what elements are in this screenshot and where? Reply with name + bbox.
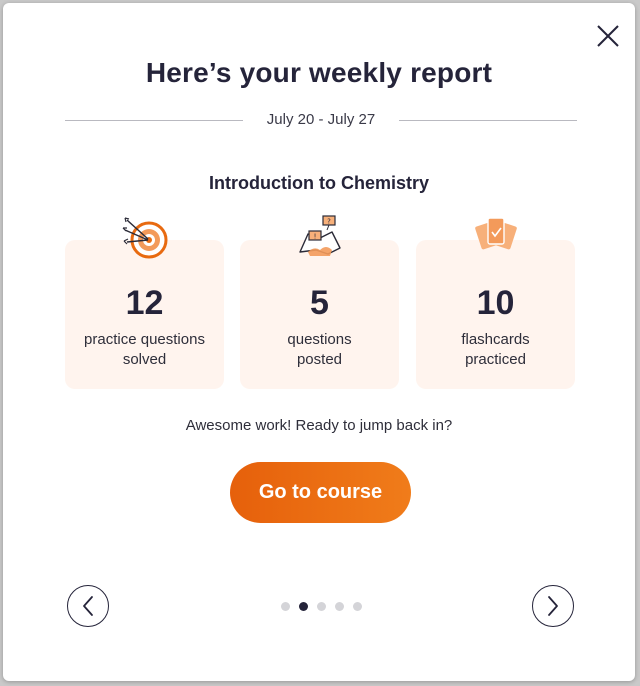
stat-label-line1: flashcards [461,331,530,348]
pagination-dot-5[interactable] [353,602,362,611]
stat-label-line2: posted [296,351,343,368]
pagination-dot-1[interactable] [281,602,290,611]
previous-button[interactable] [67,585,109,627]
pagination-dot-2[interactable] [299,602,308,611]
stat-label-line1: questions [287,331,352,348]
stat-label: flashcards practiced [422,330,569,370]
pagination-dot-3[interactable] [317,602,326,611]
weekly-report-modal: Here’s your weekly report July 20 - July… [3,3,635,681]
next-button[interactable] [532,585,574,627]
stat-label-line2: practiced [465,351,526,368]
stat-value: 12 [125,284,164,322]
stat-card-flashcards: 10 flashcards practiced [416,217,575,389]
stat-label: practice questions solved [71,330,218,370]
chevron-right-icon [548,596,558,616]
pagination-dot-4[interactable] [335,602,344,611]
close-button[interactable] [593,21,623,51]
encouragement-text: Awesome work! Ready to jump back in? [185,417,453,434]
close-icon [597,25,619,47]
chevron-left-icon [83,596,93,616]
stat-label-line2: solved [122,351,167,368]
target-icon [122,217,167,259]
stat-value: 5 [310,284,329,322]
svg-text:!: ! [313,233,316,241]
divider-right [399,120,577,121]
date-range-row: July 20 - July 27 [65,109,577,131]
svg-text:?: ? [327,218,331,226]
course-name: Introduction to Chemistry [209,173,429,193]
stat-label: questions posted [246,330,393,370]
stat-card-practice-questions: 12 practice questions solved [65,217,224,389]
stat-label-line1: practice questions [84,331,205,348]
stat-value: 10 [476,284,515,322]
report-title: Here’s your weekly report [145,57,493,88]
stat-card-questions-posted: ? ! 5 questions posted [240,215,399,389]
flashcards-icon [474,217,517,250]
go-to-course-button[interactable]: Go to course [230,462,411,523]
question-map-icon: ? ! [298,215,341,256]
